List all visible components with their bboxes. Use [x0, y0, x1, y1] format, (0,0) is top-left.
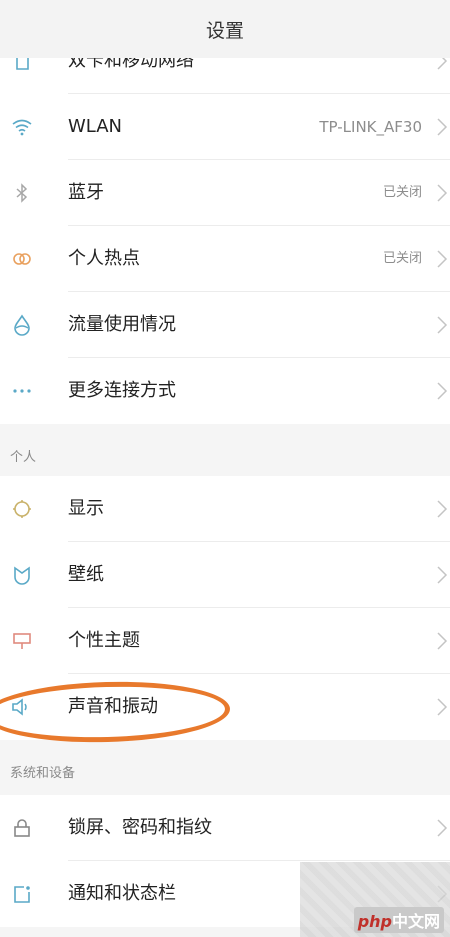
lock-icon [10, 816, 34, 840]
page-title: 设置 [205, 19, 244, 42]
chevron-right-icon [436, 631, 448, 651]
watermark-logo: php中文网 [353, 907, 444, 933]
settings-row-label: 更多连接方式 [68, 380, 176, 401]
settings-row-label: 个人热点 [68, 248, 140, 269]
settings-row-label: 个性主题 [68, 630, 140, 651]
settings-row-display[interactable]: 显示 [0, 476, 450, 542]
section-header-personal: 个人 [0, 440, 450, 476]
wallpaper-icon [10, 563, 34, 587]
settings-row-more-connections[interactable]: 更多连接方式 [0, 358, 450, 424]
section-header-system: 系统和设备 [0, 756, 450, 792]
settings-row-label: 流量使用情况 [68, 314, 176, 335]
settings-row-label: 声音和振动 [68, 696, 158, 717]
settings-row-data-usage[interactable]: 流量使用情况 [0, 292, 450, 358]
watermark-text: 中文网 [391, 912, 440, 931]
settings-row-lockscreen[interactable]: 锁屏、密码和指纹 [0, 795, 450, 861]
settings-row-label: 壁纸 [68, 564, 104, 585]
top-bar: 设置 [0, 0, 450, 58]
personal-group: 显示 壁纸 个性主题 声音和振动 [0, 476, 450, 740]
bluetooth-icon [10, 181, 34, 205]
chevron-right-icon [436, 697, 448, 717]
chevron-right-icon [436, 818, 448, 838]
wifi-icon [10, 115, 34, 139]
notification-icon [10, 882, 34, 906]
chevron-right-icon [436, 565, 448, 585]
bluetooth-status: 已关闭 [382, 185, 422, 200]
wlan-network-name: TP-LINK_AF30 [319, 118, 422, 136]
settings-row-bluetooth[interactable]: 蓝牙 已关闭 [0, 160, 450, 226]
network-group: 双卡和移动网络 WLAN TP-LINK_AF30 蓝牙 已关闭 个人热点 已关… [0, 28, 450, 424]
chevron-right-icon [436, 499, 448, 519]
settings-row-wallpaper[interactable]: 壁纸 [0, 542, 450, 608]
hotspot-status: 已关闭 [382, 251, 422, 266]
settings-row-hotspot[interactable]: 个人热点 已关闭 [0, 226, 450, 292]
settings-row-wlan[interactable]: WLAN TP-LINK_AF30 [0, 94, 450, 160]
settings-row-label: WLAN [68, 116, 123, 137]
brightness-icon [10, 497, 34, 521]
chevron-right-icon [436, 249, 448, 269]
chevron-right-icon [436, 381, 448, 401]
settings-row-themes[interactable]: 个性主题 [0, 608, 450, 674]
settings-row-label: 蓝牙 [68, 182, 104, 203]
settings-row-label: 通知和状态栏 [68, 883, 176, 904]
settings-row-label: 锁屏、密码和指纹 [68, 817, 212, 838]
hotspot-icon [10, 247, 34, 271]
chevron-right-icon [436, 315, 448, 335]
watermark-php: php [357, 912, 392, 931]
speaker-icon [10, 695, 34, 719]
data-drop-icon [10, 313, 34, 337]
settings-row-label: 显示 [68, 498, 104, 519]
chevron-right-icon [436, 183, 448, 203]
settings-row-sound-vibration[interactable]: 声音和振动 [0, 674, 450, 740]
theme-brush-icon [10, 629, 34, 653]
chevron-right-icon [436, 117, 448, 137]
more-dots-icon [10, 379, 34, 403]
